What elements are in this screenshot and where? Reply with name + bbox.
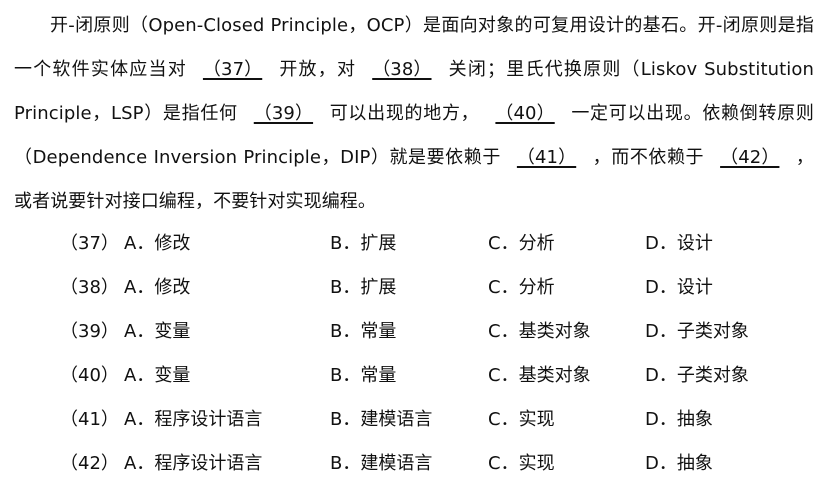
option-b: B．常量 xyxy=(330,321,397,342)
question-number: （37） xyxy=(60,233,119,254)
paragraph-text: ，而不依赖于 xyxy=(592,147,705,168)
blank-40: （40） xyxy=(495,103,555,124)
option-row-37: （37） A．修改 B．扩展 C．分析 D．设计 xyxy=(0,222,834,266)
option-a: A．变量 xyxy=(124,365,191,386)
option-b: B．建模语言 xyxy=(330,453,433,474)
options-list: （37） A．修改 B．扩展 C．分析 D．设计 （38） A．修改 B．扩展 … xyxy=(0,222,834,486)
question-number: （38） xyxy=(60,277,119,298)
blank-41: （41） xyxy=(516,147,577,168)
question-number: （39） xyxy=(60,321,119,342)
question-number: （40） xyxy=(60,365,119,386)
option-d: D．设计 xyxy=(645,277,713,298)
option-row-41: （41） A．程序设计语言 B．建模语言 C．实现 D．抽象 xyxy=(0,398,834,442)
option-c: C．分析 xyxy=(488,233,555,254)
option-a: A．程序设计语言 xyxy=(124,409,263,430)
option-d: D．抽象 xyxy=(645,409,713,430)
paragraph-text: 可以出现的地方， xyxy=(329,103,480,124)
option-row-38: （38） A．修改 B．扩展 C．分析 D．设计 xyxy=(0,266,834,310)
question-number: （42） xyxy=(60,453,119,474)
question-number: （41） xyxy=(60,409,119,430)
option-c: C．实现 xyxy=(488,409,555,430)
option-row-42: （42） A．程序设计语言 B．建模语言 C．实现 D．抽象 xyxy=(0,442,834,486)
paragraph-text: 开放，对 xyxy=(278,59,357,80)
option-d: D．设计 xyxy=(645,233,713,254)
option-d: D．抽象 xyxy=(645,453,713,474)
option-b: B．建模语言 xyxy=(330,409,433,430)
blank-42: （42） xyxy=(720,147,780,168)
option-c: C．分析 xyxy=(488,277,555,298)
option-row-40: （40） A．变量 B．常量 C．基类对象 D．子类对象 xyxy=(0,354,834,398)
exam-document: 开-闭原则（Open-Closed Principle，OCP）是面向对象的可复… xyxy=(0,0,834,496)
option-row-39: （39） A．变量 B．常量 C．基类对象 D．子类对象 xyxy=(0,310,834,354)
blank-37: （37） xyxy=(202,59,263,80)
question-paragraph: 开-闭原则（Open-Closed Principle，OCP）是面向对象的可复… xyxy=(14,4,814,224)
option-c: C．实现 xyxy=(488,453,555,474)
blank-39: （39） xyxy=(253,103,314,124)
option-a: A．修改 xyxy=(124,277,191,298)
option-d: D．子类对象 xyxy=(645,321,749,342)
option-a: A．变量 xyxy=(124,321,191,342)
option-b: B．常量 xyxy=(330,365,397,386)
option-b: B．扩展 xyxy=(330,277,397,298)
blank-38: （38） xyxy=(372,59,432,80)
option-b: B．扩展 xyxy=(330,233,397,254)
option-c: C．基类对象 xyxy=(488,365,591,386)
option-a: A．修改 xyxy=(124,233,191,254)
option-d: D．子类对象 xyxy=(645,365,749,386)
option-c: C．基类对象 xyxy=(488,321,591,342)
option-a: A．程序设计语言 xyxy=(124,453,263,474)
